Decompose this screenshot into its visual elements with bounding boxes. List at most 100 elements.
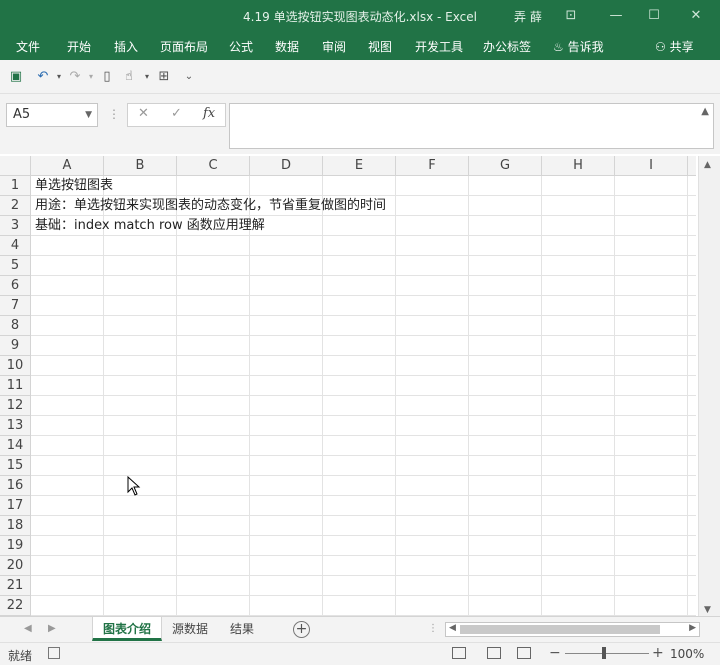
column-header-i[interactable]: I [615, 156, 688, 176]
row-header[interactable]: 15 [0, 456, 31, 476]
ribbon-display-options-icon[interactable]: ⊡ [560, 6, 582, 26]
new-file-icon[interactable]: ▯ [98, 68, 116, 86]
row-header[interactable]: 17 [0, 496, 31, 516]
touch-mode-icon[interactable]: ☝ [120, 68, 138, 86]
zoom-in-icon[interactable]: + [652, 645, 664, 661]
row-header[interactable]: 13 [0, 416, 31, 436]
tab-page-layout[interactable]: 页面布局 [160, 38, 208, 55]
row-header[interactable]: 14 [0, 436, 31, 456]
zoom-slider-handle[interactable] [602, 647, 606, 659]
cell-a2[interactable]: 用途：单选按钮来实现图表的动态变化，节省重复做图的时间 [35, 196, 386, 216]
worksheet-grid: A B C D E F G H I 1 2 3 4 5 6 7 8 9 10 1… [0, 156, 720, 616]
column-header-g[interactable]: G [469, 156, 542, 176]
maximize-icon[interactable]: ☐ [643, 6, 665, 26]
minimize-icon[interactable]: — [605, 6, 627, 26]
row-header[interactable]: 2 [0, 196, 31, 216]
row-header[interactable]: 20 [0, 556, 31, 576]
share-label: 共享 [669, 40, 694, 54]
row-header[interactable]: 3 [0, 216, 31, 236]
tab-office-tab[interactable]: 办公标签 [483, 38, 531, 55]
normal-view-icon[interactable] [452, 647, 466, 659]
cell-area[interactable]: 单选按钮图表 用途：单选按钮来实现图表的动态变化，节省重复做图的时间 基础：in… [31, 176, 696, 616]
horizontal-scrollbar[interactable]: ◀ ▶ [445, 622, 700, 637]
page-break-view-icon[interactable] [517, 647, 531, 659]
status-bar: 就绪 − + 100% [0, 642, 720, 665]
select-all-button[interactable] [0, 156, 31, 176]
row-header[interactable]: 1 [0, 176, 31, 196]
scroll-thumb[interactable] [460, 625, 660, 634]
more-icon[interactable]: ⋮ [428, 623, 438, 634]
cell-a1[interactable]: 单选按钮图表 [35, 176, 113, 196]
column-header-d[interactable]: D [250, 156, 323, 176]
row-header[interactable]: 6 [0, 276, 31, 296]
row-header[interactable]: 22 [0, 596, 31, 616]
lightbulb-icon: ♨ [553, 40, 564, 54]
row-header[interactable]: 8 [0, 316, 31, 336]
quick-access-toolbar: ▣ ↶ ▾ ↷ ▾ ▯ ☝ ▾ ⊞ ⌄ [0, 60, 720, 94]
vertical-scrollbar[interactable]: ▲ ▼ [698, 156, 720, 616]
row-header[interactable]: 11 [0, 376, 31, 396]
add-sheet-icon[interactable]: + [293, 621, 310, 638]
column-header-a[interactable]: A [31, 156, 104, 176]
macro-record-icon[interactable] [48, 647, 60, 659]
tell-me-label: 告诉我 [567, 40, 604, 54]
row-header[interactable]: 18 [0, 516, 31, 536]
column-header-c[interactable]: C [177, 156, 250, 176]
scroll-up-icon[interactable]: ▲ [704, 160, 711, 170]
tab-file[interactable]: 文件 [16, 38, 40, 55]
status-text: 就绪 [8, 649, 33, 663]
scroll-right-icon[interactable]: ▶ [689, 623, 696, 633]
column-header-h[interactable]: H [542, 156, 615, 176]
cancel-icon[interactable]: ✕ [138, 106, 149, 121]
tab-home[interactable]: 开始 [67, 38, 91, 55]
column-header-partial[interactable] [688, 156, 696, 176]
zoom-slider[interactable] [565, 653, 649, 654]
tab-formulas[interactable]: 公式 [229, 38, 253, 55]
sheet-tab[interactable]: 结果 [222, 617, 262, 641]
row-header[interactable]: 19 [0, 536, 31, 556]
row-header[interactable]: 9 [0, 336, 31, 356]
next-sheet-icon[interactable]: ▶ [48, 623, 56, 634]
tell-me-button[interactable]: ♨ 告诉我 [553, 38, 604, 55]
tab-insert[interactable]: 插入 [114, 38, 138, 55]
scroll-down-icon[interactable]: ▼ [704, 605, 711, 615]
zoom-out-icon[interactable]: − [549, 645, 561, 661]
user-name[interactable]: 弄 薛 [514, 8, 542, 25]
row-header[interactable]: 10 [0, 356, 31, 376]
column-header-e[interactable]: E [323, 156, 396, 176]
save-icon[interactable]: ▣ [7, 68, 25, 86]
name-box[interactable]: A5 ▼ [6, 103, 98, 127]
row-header[interactable]: 5 [0, 256, 31, 276]
insert-function-icon[interactable]: fx [203, 106, 215, 121]
cell-a3[interactable]: 基础：index match row 函数应用理解 [35, 216, 265, 236]
tab-view[interactable]: 视图 [368, 38, 392, 55]
touch-mode-dropdown-icon[interactable]: ▾ [138, 68, 156, 86]
chevron-down-icon[interactable]: ▼ [85, 104, 92, 126]
ribbon-tabs: 文件 开始 插入 页面布局 公式 数据 审阅 视图 开发工具 办公标签 [0, 32, 720, 60]
column-header-f[interactable]: F [396, 156, 469, 176]
column-header-b[interactable]: B [104, 156, 177, 176]
formula-input[interactable]: ▲ [229, 103, 714, 149]
share-button[interactable]: ⚇ 共享 [655, 38, 694, 55]
row-header[interactable]: 21 [0, 576, 31, 596]
previous-sheet-icon[interactable]: ◀ [24, 623, 32, 634]
enter-icon[interactable]: ✓ [171, 106, 182, 121]
row-header[interactable]: 12 [0, 396, 31, 416]
tab-developer[interactable]: 开发工具 [415, 38, 463, 55]
close-icon[interactable]: ✕ [685, 6, 707, 26]
customize-toolbar-icon[interactable]: ⌄ [180, 68, 198, 86]
row-header[interactable]: 7 [0, 296, 31, 316]
more-icon[interactable]: ⋮ [108, 107, 120, 121]
mouse-cursor-icon [127, 476, 141, 496]
scroll-left-icon[interactable]: ◀ [449, 623, 456, 633]
zoom-level[interactable]: 100% [670, 647, 704, 661]
tab-review[interactable]: 审阅 [322, 38, 346, 55]
form-control-icon[interactable]: ⊞ [155, 68, 173, 86]
collapse-formula-bar-icon[interactable]: ▲ [701, 106, 709, 117]
row-header[interactable]: 4 [0, 236, 31, 256]
page-layout-view-icon[interactable] [487, 647, 501, 659]
sheet-tab-active[interactable]: 图表介绍 [92, 617, 162, 641]
row-header[interactable]: 16 [0, 476, 31, 496]
sheet-tab[interactable]: 源数据 [165, 617, 215, 641]
tab-data[interactable]: 数据 [275, 38, 299, 55]
